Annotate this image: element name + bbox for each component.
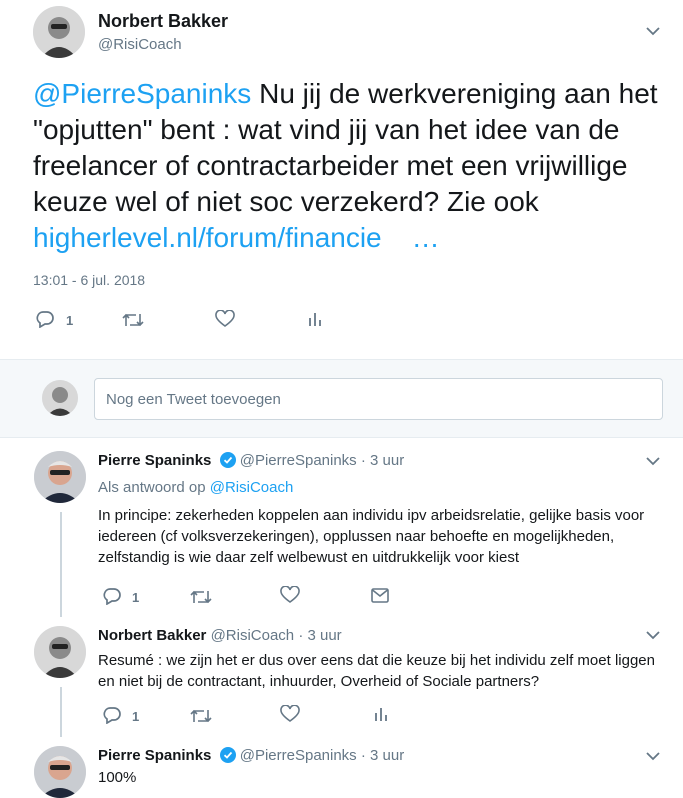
verified-icon: [219, 452, 236, 472]
author-handle[interactable]: @RisiCoach: [98, 36, 182, 53]
chevron-down-icon[interactable]: [646, 751, 660, 761]
author-name[interactable]: Norbert Bakker: [98, 11, 228, 32]
reply-header: Norbert Bakker @RisiCoach · 3 uur: [98, 627, 342, 644]
thread-line: [60, 512, 62, 617]
link-ellipsis: …: [411, 222, 440, 253]
retweet-icon[interactable]: [190, 589, 212, 605]
compose-placeholder: Nog een Tweet toevoegen: [106, 391, 281, 408]
direct-message-icon[interactable]: [371, 588, 389, 603]
reply-icon[interactable]: [102, 587, 122, 605]
tweet-text: @PierreSpaninks Nu jij de werkvereniging…: [33, 76, 673, 256]
chevron-down-icon[interactable]: [646, 456, 660, 466]
retweet-icon[interactable]: [190, 708, 212, 724]
reply-author-name[interactable]: Pierre Spaninks: [98, 452, 211, 469]
verified-icon: [219, 747, 236, 767]
reply-icon[interactable]: [102, 706, 122, 724]
reply-to-label: Als antwoord op: [98, 479, 210, 496]
like-icon[interactable]: [215, 310, 235, 328]
reply-author-name[interactable]: Pierre Spaninks: [98, 747, 211, 764]
author-avatar[interactable]: [33, 6, 85, 58]
reply-text: 100%: [98, 769, 137, 786]
analytics-icon[interactable]: [308, 311, 322, 327]
reply-icon[interactable]: [35, 310, 55, 328]
mention-link[interactable]: @PierreSpaninks: [33, 78, 251, 109]
like-icon[interactable]: [280, 705, 300, 723]
reply-time[interactable]: · 3 uur: [298, 627, 341, 644]
reply-author-handle[interactable]: @PierreSpaninks: [240, 452, 357, 469]
reply-text: In principe: zekerheden koppelen aan ind…: [98, 507, 645, 566]
chevron-down-icon[interactable]: [646, 26, 660, 36]
reply-count: 1: [132, 709, 140, 724]
reply-text: Resumé : we zijn het er dus over eens da…: [98, 652, 655, 690]
reply-to-handle[interactable]: @RisiCoach: [210, 479, 294, 496]
reply-time[interactable]: · 3 uur: [361, 747, 404, 764]
reply-avatar[interactable]: [34, 626, 86, 678]
like-icon[interactable]: [280, 586, 300, 604]
thread-line: [60, 687, 62, 737]
reply-header: Pierre Spaninks @PierreSpaninks · 3 uur: [98, 452, 404, 472]
chevron-down-icon[interactable]: [646, 630, 660, 640]
retweet-icon[interactable]: [122, 312, 144, 328]
reply-to: Als antwoord op @RisiCoach: [98, 479, 293, 496]
reply-author-handle[interactable]: @PierreSpaninks: [240, 747, 357, 764]
reply-header: Pierre Spaninks @PierreSpaninks · 3 uur: [98, 747, 404, 767]
tweet-timestamp[interactable]: 13:01 - 6 jul. 2018: [33, 272, 145, 288]
external-link[interactable]: higherlevel.nl/forum/financie: [33, 222, 382, 253]
divider: [0, 437, 683, 438]
reply-count: 1: [66, 313, 74, 328]
compose-avatar: [42, 380, 78, 416]
analytics-icon[interactable]: [374, 706, 388, 722]
reply-avatar[interactable]: [34, 746, 86, 798]
reply-author-handle[interactable]: @RisiCoach: [211, 627, 295, 644]
reply-time[interactable]: · 3 uur: [361, 452, 404, 469]
compose-input[interactable]: Nog een Tweet toevoegen: [94, 378, 663, 420]
reply-author-name[interactable]: Norbert Bakker: [98, 627, 206, 644]
divider: [0, 359, 683, 360]
reply-avatar[interactable]: [34, 451, 86, 503]
reply-count: 1: [132, 590, 140, 605]
